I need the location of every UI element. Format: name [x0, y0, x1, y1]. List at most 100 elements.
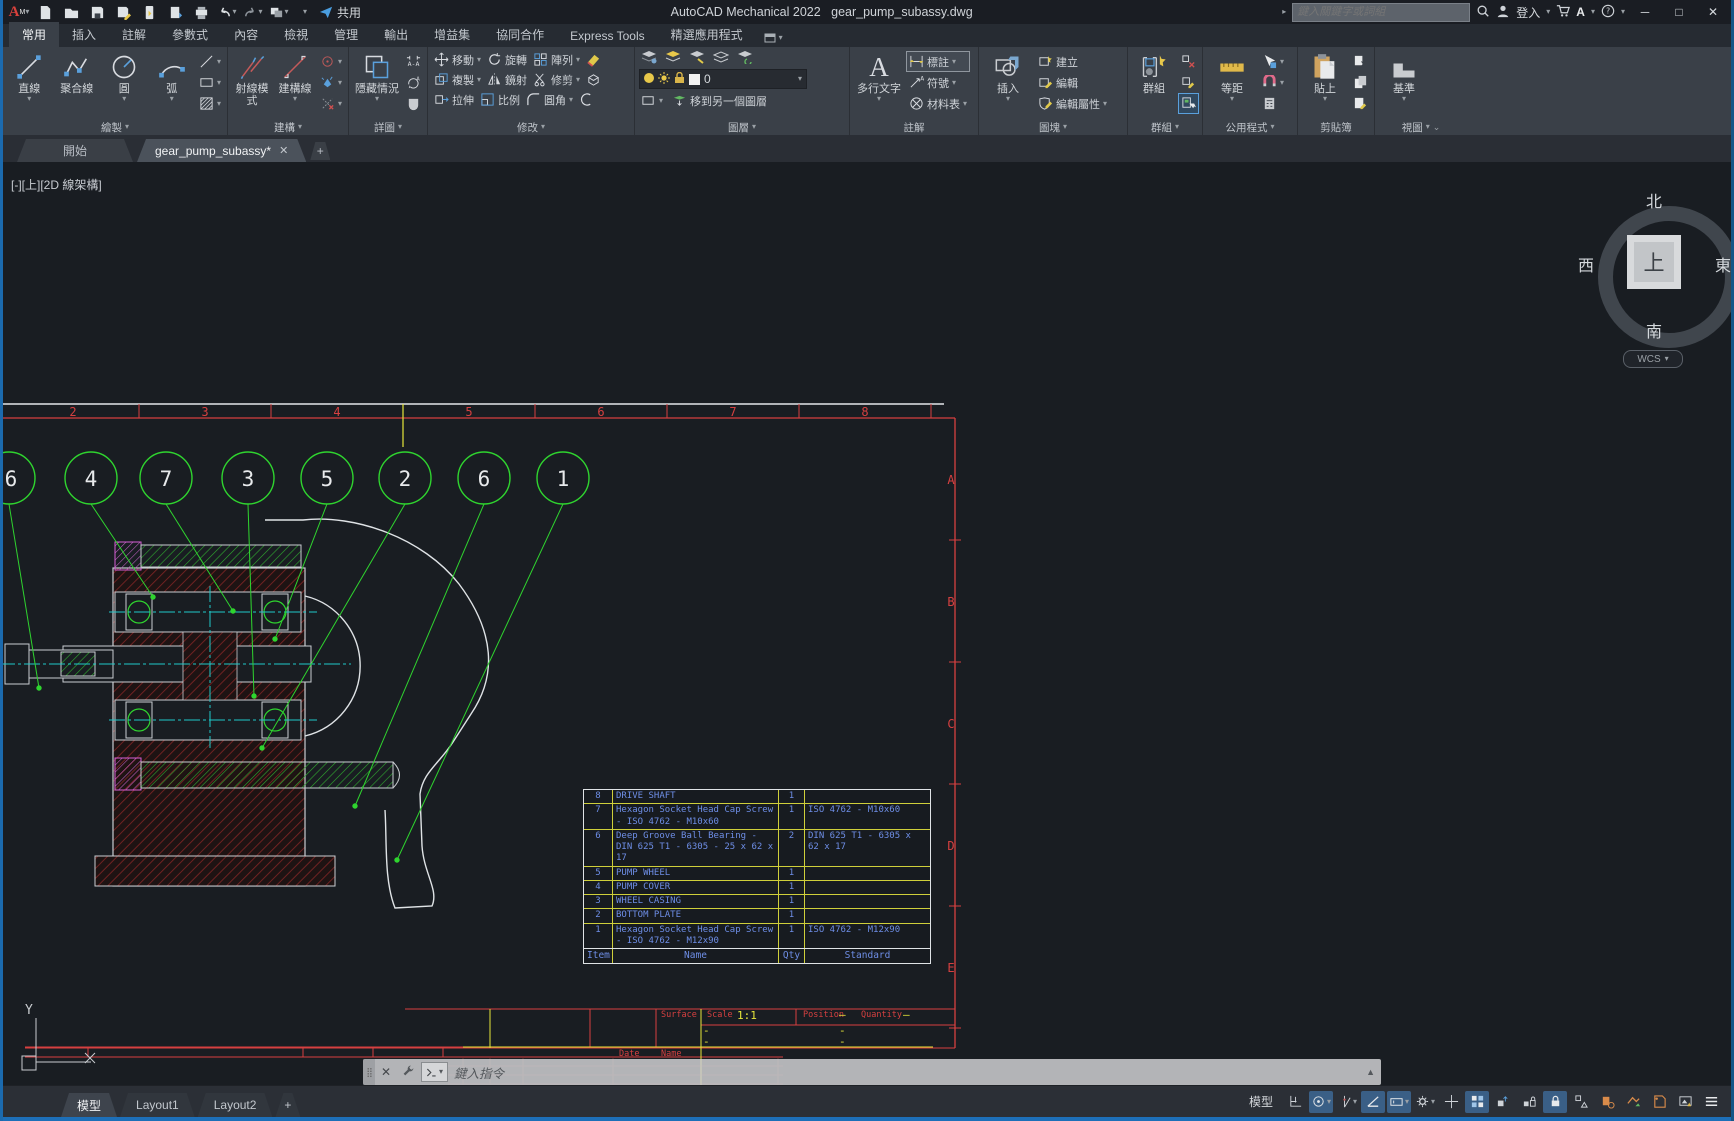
close-drawing-tab-icon[interactable]: ✕ — [279, 144, 288, 157]
layer-freeze-icon[interactable] — [713, 50, 729, 67]
new-file-button[interactable] — [33, 2, 57, 22]
tab-home[interactable]: 常用 — [9, 22, 59, 47]
ray-mode-button[interactable]: 射線模式 — [232, 50, 272, 109]
panel-views-label[interactable]: 視圖▾⌄ — [1375, 119, 1467, 135]
open-file-button[interactable] — [59, 2, 83, 22]
command-prompt-icon[interactable]: ▾ — [421, 1062, 448, 1082]
undo-button[interactable]: ▾ — [215, 2, 239, 22]
panel-groups-label[interactable]: 群組▾ — [1128, 119, 1202, 135]
help-icon[interactable]: ? — [1601, 4, 1615, 21]
tab-output[interactable]: 輸出 — [371, 22, 421, 47]
panel-construction-label[interactable]: 建構▾ — [228, 119, 348, 135]
snap-magnet-flyout[interactable]: ▾ — [1260, 73, 1286, 92]
create-block-button[interactable]: 建立 — [1036, 52, 1109, 71]
tab-featured-apps[interactable]: 精選應用程式 — [658, 22, 756, 47]
help-dropdown-icon[interactable]: ▾ — [1621, 8, 1625, 16]
drawing-tab[interactable]: gear_pump_subassy*✕ — [137, 139, 306, 162]
quick-properties-icon[interactable] — [1647, 1091, 1671, 1113]
wcs-selector[interactable]: WCS▾ — [1623, 350, 1683, 368]
paste-special-button[interactable] — [1351, 94, 1370, 113]
panel-draw-label[interactable]: 繪製▾ — [3, 119, 227, 135]
redo-button[interactable]: ▾ — [241, 2, 265, 22]
annotation-lock-icon[interactable] — [1543, 1091, 1567, 1113]
copy-button[interactable]: 複製▾ — [432, 70, 483, 89]
crosshair-icon[interactable] — [1439, 1091, 1463, 1113]
viewport-maximize-icon[interactable] — [1465, 1091, 1489, 1113]
minimize-button[interactable]: ─ — [1631, 1, 1659, 23]
layer-sun-icon[interactable] — [658, 72, 670, 87]
qat-customize-button[interactable]: ▾ — [293, 2, 317, 22]
symbol-button[interactable]: A符號▾ — [907, 73, 969, 92]
viewport-controls[interactable]: [-][上][2D 線架構] — [11, 176, 102, 193]
share-button[interactable]: 共用 — [319, 4, 361, 21]
viewcube-west[interactable]: 西 — [1578, 252, 1594, 276]
move-button[interactable]: 移動▾ — [432, 50, 483, 69]
erase-button[interactable] — [584, 50, 603, 69]
search-input[interactable] — [1292, 3, 1470, 22]
layer-combobox[interactable]: 0 ▾ — [639, 69, 807, 89]
model-space-button[interactable]: 模型 — [1241, 1093, 1281, 1110]
panel-layers-label[interactable]: 圖層▾ — [635, 119, 849, 135]
command-close-icon[interactable]: ✕ — [375, 1065, 397, 1079]
insert-block-button[interactable]: 插入▾ — [983, 50, 1033, 104]
detail-u-flyout[interactable] — [404, 94, 423, 113]
tab-manage[interactable]: 管理 — [321, 22, 371, 47]
panel-modify-label[interactable]: 修改▾ — [428, 119, 634, 135]
layer-state-icon[interactable] — [665, 50, 681, 67]
signin-label[interactable]: 登入 — [1516, 4, 1540, 21]
panel-annotation-label[interactable]: 註解 — [850, 119, 978, 135]
paste-button[interactable]: 貼上▾ — [1302, 50, 1348, 104]
bom-button[interactable]: 材料表▾ — [907, 94, 969, 113]
rotate-button[interactable]: 旋轉 — [485, 50, 529, 69]
search-expand-icon[interactable]: ▸ — [1282, 8, 1286, 16]
tab-collaborate[interactable]: 協同合作 — [483, 22, 557, 47]
quick-select-flyout[interactable]: ▾ — [1260, 52, 1286, 71]
app-store-cart-icon[interactable] — [1556, 4, 1570, 21]
save-as-button[interactable] — [111, 2, 135, 22]
search-icon[interactable] — [1476, 4, 1490, 21]
signin-dropdown-icon[interactable]: ▾ — [1546, 8, 1550, 16]
panel-detail-label[interactable]: 詳圖▾ — [349, 119, 427, 135]
group-button[interactable]: 群組 — [1132, 50, 1176, 96]
command-history-arrow[interactable]: ▲ — [1366, 1067, 1375, 1077]
layer-isolate-icon[interactable] — [689, 50, 705, 67]
units-icon[interactable] — [1621, 1091, 1645, 1113]
layer-color-swatch[interactable] — [689, 74, 700, 85]
tab-addins[interactable]: 增益集 — [421, 22, 483, 47]
workspace-switch-button[interactable]: ▾ — [267, 2, 291, 22]
dynamic-input-icon[interactable]: ▾ — [1387, 1091, 1411, 1113]
viewcube-east[interactable]: 東 — [1715, 252, 1731, 276]
copy-clip-button[interactable] — [1351, 73, 1370, 92]
command-input[interactable]: 鍵入指令 — [454, 1063, 504, 1082]
tab-parametric[interactable]: 參數式 — [159, 22, 221, 47]
measure-button[interactable]: 等距▾ — [1207, 50, 1257, 104]
tab-insert[interactable]: 插入 — [59, 22, 109, 47]
detail-rotate-flyout[interactable]: A — [404, 73, 423, 92]
construction-line-button[interactable]: 建構線▾ — [275, 50, 315, 104]
ribbon-display-toggle[interactable]: ▾ — [764, 33, 783, 47]
edit-attributes-button[interactable]: 編輯屬性▾ — [1036, 94, 1109, 113]
command-wrench-icon[interactable] — [397, 1064, 419, 1080]
command-drag-handle[interactable]: ⣿ — [363, 1059, 375, 1085]
line-button[interactable]: 直線▾ — [7, 50, 52, 104]
annotation-scale-icon[interactable] — [1491, 1091, 1515, 1113]
layout2-tab[interactable]: Layout2 — [198, 1093, 273, 1117]
layer-lock-icon[interactable] — [674, 72, 685, 87]
save-to-mobile-button[interactable] — [163, 2, 187, 22]
trim-button[interactable]: 修剪▾ — [531, 70, 582, 89]
layer-match-flyout[interactable]: ▾ — [639, 91, 665, 110]
mirror-button[interactable]: 鏡射 — [485, 70, 529, 89]
quick-calc-button[interactable] — [1260, 94, 1286, 113]
polyline-button[interactable]: 聚合線 — [55, 50, 100, 96]
explode-button[interactable] — [584, 70, 603, 89]
tab-express-tools[interactable]: Express Tools — [557, 25, 657, 47]
erase-construction-flyout[interactable]: ▾ — [318, 94, 344, 113]
auto-construction-flyout[interactable]: ▾ — [318, 73, 344, 92]
new-drawing-tab-button[interactable]: + — [310, 142, 330, 160]
fillet-button[interactable]: 圓角▾ — [524, 90, 575, 109]
open-from-mobile-button[interactable] — [137, 2, 161, 22]
panel-utilities-label[interactable]: 公用程式▾ — [1203, 119, 1297, 135]
save-button[interactable] — [85, 2, 109, 22]
drawline-flyout[interactable]: ▾ — [197, 52, 223, 71]
cut-clip-button[interactable] — [1351, 52, 1370, 71]
